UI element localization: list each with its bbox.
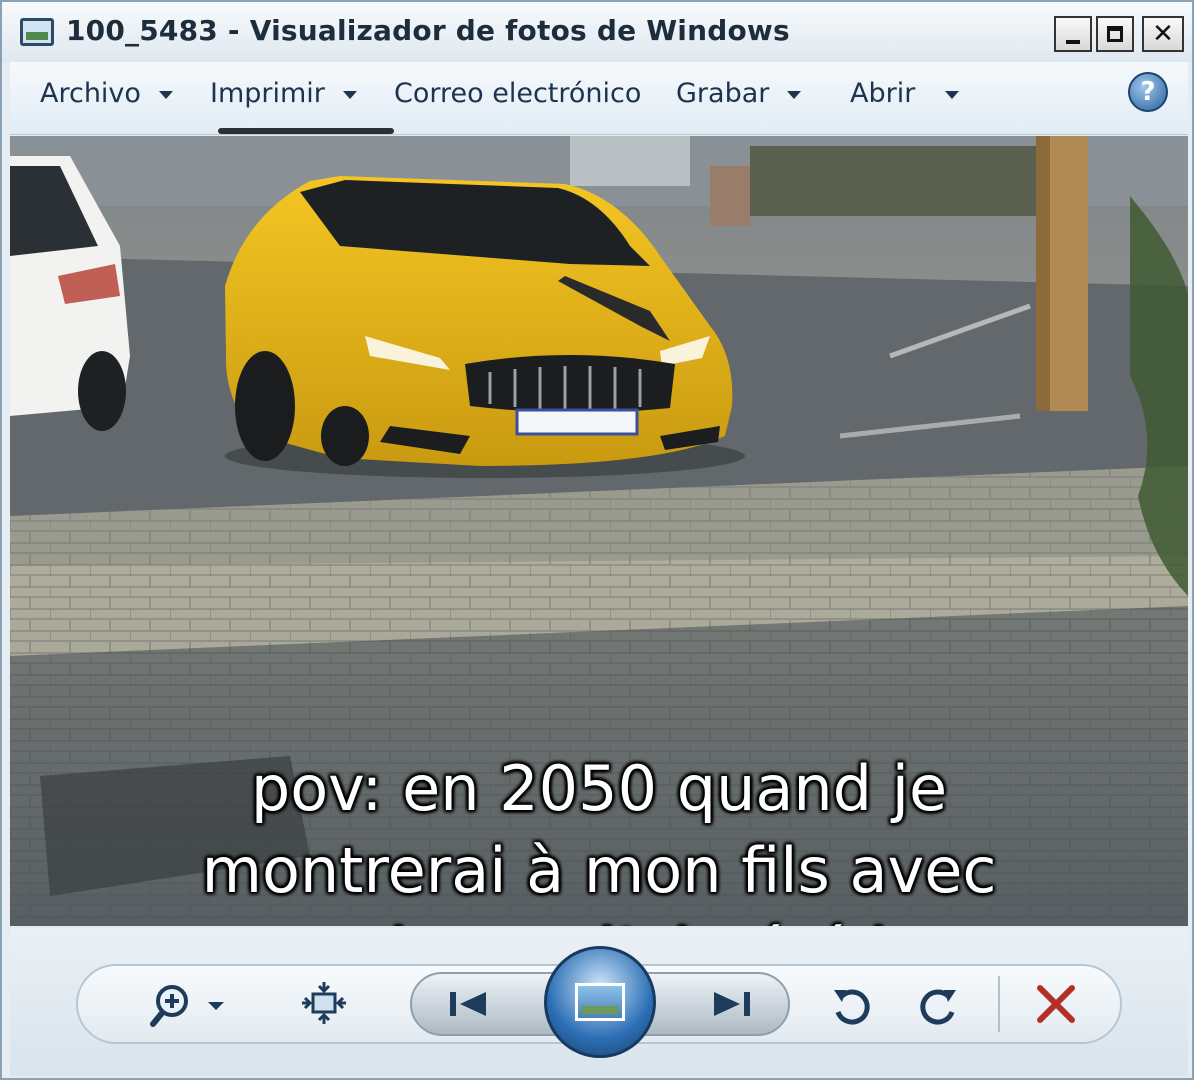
menu-grabar[interactable]: Grabar [676,78,802,109]
next-icon [714,992,750,1016]
photo-caption: pov: en 2050 quand je montrerai à mon fi… [10,748,1188,926]
toolbar-divider [998,976,1000,1032]
app-icon [20,18,54,46]
chevron-down-icon [787,90,802,99]
chevron-down-icon [945,90,960,99]
fit-window-icon [302,982,346,1024]
close-button[interactable]: ✕ [1142,16,1184,52]
caption-line-1: pov: en 2050 quand je [250,752,948,825]
menu-archivo-label: Archivo [40,78,141,109]
close-icon: ✕ [1152,19,1174,49]
window-title: 100_5483 - Visualizador de fotos de Wind… [66,14,790,47]
chevron-down-icon [342,90,357,99]
rotate-right-icon [920,989,956,1025]
maximize-icon [1107,26,1123,42]
zoom-button[interactable] [150,982,234,1028]
menu-imprimir-label: Imprimir [210,78,325,109]
title-bar[interactable]: 100_5483 - Visualizador de fotos de Wind… [2,2,1192,62]
zoom-icon [150,985,224,1027]
rotate-left-icon [834,989,870,1025]
fit-window-button[interactable] [300,980,348,1026]
menu-grabar-label: Grabar [676,78,770,109]
menu-abrir-label: Abrir [850,78,916,109]
rotate-left-button[interactable] [828,982,876,1030]
minimize-button[interactable] [1054,16,1092,52]
photo-viewer-window: 100_5483 - Visualizador de fotos de Wind… [0,0,1194,1080]
next-button[interactable] [700,984,760,1024]
help-icon[interactable]: ? [1128,72,1168,112]
maximize-button[interactable] [1096,16,1134,52]
chevron-down-icon [158,90,173,99]
menu-imprimir[interactable]: Imprimir [210,78,357,109]
rotate-right-button[interactable] [914,982,962,1030]
menu-bar: Archivo Imprimir Correo electrónico Grab… [10,62,1188,135]
menu-abrir[interactable]: Abrir [850,78,960,109]
photo-display[interactable]: pov: en 2050 quand je montrerai à mon fi… [10,136,1188,926]
slideshow-icon [575,983,625,1021]
previous-button[interactable] [440,984,500,1024]
caption-line-2: montrerai à mon fils avec [201,834,997,907]
navigation-toolbar [10,928,1188,1076]
delete-icon [1037,985,1075,1023]
menu-archivo[interactable]: Archivo [40,78,173,109]
menu-hover-accent [218,128,394,134]
previous-icon [450,992,486,1016]
menu-correo[interactable]: Correo electrónico [394,78,641,109]
slideshow-button[interactable] [544,946,656,1058]
minimize-icon [1066,40,1080,44]
delete-button[interactable] [1030,978,1082,1030]
menu-correo-label: Correo electrónico [394,78,642,109]
caption-line-3: quel gova j’ai géré la [10,912,1188,926]
